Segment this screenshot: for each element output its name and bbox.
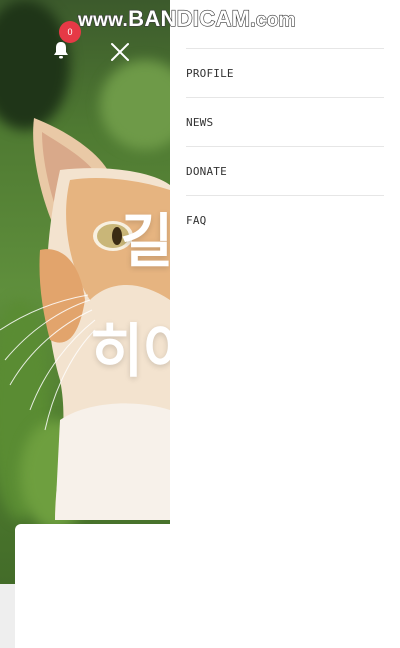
nav-drawer: PROFILE NEWS DONATE FAQ [170, 0, 400, 648]
bandicam-watermark: www.BANDICAM.com [77, 5, 296, 31]
menu-item-profile[interactable]: PROFILE [186, 48, 384, 97]
menu-item-news[interactable]: NEWS [186, 97, 384, 146]
nav-menu: PROFILE NEWS DONATE FAQ [186, 48, 384, 244]
bell-icon[interactable] [52, 40, 70, 60]
menu-item-faq[interactable]: FAQ [186, 195, 384, 244]
menu-item-donate[interactable]: DONATE [186, 146, 384, 195]
hero-title-line-1: 길 [120, 207, 174, 275]
close-icon[interactable] [108, 40, 132, 64]
bottom-strip [0, 584, 16, 648]
content-card [15, 524, 185, 648]
